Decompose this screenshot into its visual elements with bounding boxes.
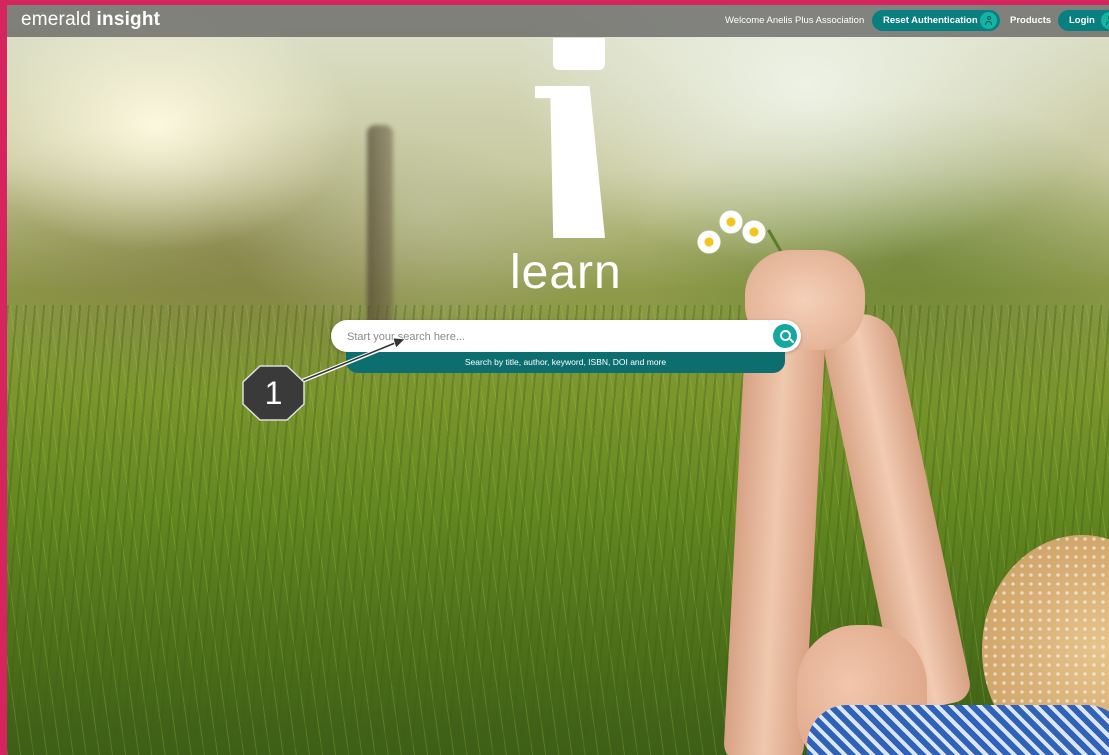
- background-tree: [367, 125, 393, 325]
- reset-authentication-label: Reset Authentication: [883, 15, 978, 26]
- top-navigation-bar: emerald insight Welcome Anelis Plus Asso…: [7, 5, 1109, 37]
- logo-bold-text: insight: [96, 9, 161, 30]
- login-button[interactable]: Login: [1058, 10, 1109, 31]
- daisy-flower: [742, 220, 766, 244]
- daisy-flower: [719, 210, 743, 234]
- user-icon: [1101, 12, 1109, 29]
- login-label: Login: [1069, 15, 1095, 26]
- user-icon: [980, 12, 997, 29]
- welcome-message: Welcome Anelis Plus Association: [725, 15, 865, 26]
- home-page: emerald insight Welcome Anelis Plus Asso…: [7, 5, 1109, 755]
- hero-i-graphic: [535, 38, 605, 238]
- search-button[interactable]: [773, 324, 797, 348]
- logo-light-text: emerald: [21, 9, 92, 30]
- search-hint-bar: Search by title, author, keyword, ISBN, …: [346, 352, 785, 373]
- reset-authentication-button[interactable]: Reset Authentication: [872, 10, 1000, 31]
- photo-dress: [807, 705, 1109, 755]
- step-number: 1: [264, 375, 283, 411]
- search-icon: [780, 330, 791, 341]
- search-bar: [331, 320, 801, 352]
- hero-word: learn: [510, 246, 622, 299]
- emerald-insight-logo[interactable]: emerald insight: [21, 9, 160, 31]
- screenshot-frame: emerald insight Welcome Anelis Plus Asso…: [0, 0, 1109, 755]
- step-badge: 1: [242, 365, 305, 421]
- search-input[interactable]: [345, 326, 769, 348]
- daisy-flower: [697, 230, 721, 254]
- products-link[interactable]: Products: [1010, 15, 1051, 26]
